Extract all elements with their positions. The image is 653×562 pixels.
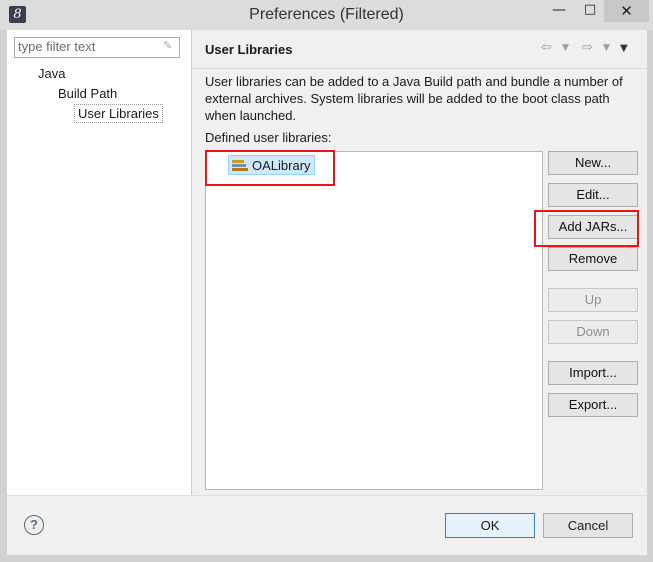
- dialog-button-bar: ? OK Cancel: [7, 495, 647, 556]
- close-button[interactable]: ✕: [604, 0, 649, 22]
- forward-dropdown-icon[interactable]: ▼: [603, 43, 610, 53]
- filter-field[interactable]: ✎: [14, 37, 180, 58]
- minimize-button[interactable]: —: [545, 2, 573, 24]
- title-bar[interactable]: 8 Preferences (Filtered) — □ ✕: [0, 0, 653, 30]
- page-title: User Libraries: [205, 42, 293, 57]
- back-arrow-icon[interactable]: ⇦: [541, 40, 552, 55]
- cancel-button[interactable]: Cancel: [543, 513, 633, 538]
- preference-tree-panel: ✎ Java Build Path User Libraries: [7, 30, 192, 495]
- highlight-box-library: [205, 150, 335, 186]
- header-divider: [192, 68, 647, 69]
- remove-button[interactable]: Remove: [548, 247, 638, 271]
- ok-button[interactable]: OK: [445, 513, 535, 538]
- edit-button[interactable]: Edit...: [548, 183, 638, 207]
- dialog-client-area: ✎ Java Build Path User Libraries User Li…: [7, 30, 647, 555]
- forward-arrow-icon[interactable]: ⇨: [582, 40, 593, 55]
- new-button[interactable]: New...: [548, 151, 638, 175]
- import-button[interactable]: Import...: [548, 361, 638, 385]
- filter-input[interactable]: [15, 38, 158, 55]
- export-button[interactable]: Export...: [548, 393, 638, 417]
- clear-filter-icon[interactable]: ✎: [163, 40, 176, 53]
- tree-item-user-libraries[interactable]: User Libraries: [74, 104, 163, 123]
- maximize-button[interactable]: □: [576, 2, 604, 24]
- page-description: User libraries can be added to a Java Bu…: [205, 74, 623, 123]
- help-icon[interactable]: ?: [24, 515, 44, 535]
- preference-page: User Libraries ⇦ ▼ ⇨ ▼ ▼ User libraries …: [192, 30, 647, 495]
- preferences-window: 8 Preferences (Filtered) — □ ✕ ✎ Java Bu…: [0, 0, 653, 562]
- highlight-box-add-jars: [534, 210, 639, 247]
- view-menu-icon[interactable]: ▼: [620, 43, 628, 54]
- down-button[interactable]: Down: [548, 320, 638, 344]
- up-button[interactable]: Up: [548, 288, 638, 312]
- defined-libraries-label: Defined user libraries:: [205, 130, 332, 145]
- tree-item-java[interactable]: Java: [38, 66, 65, 81]
- user-libraries-list[interactable]: OALibrary: [205, 151, 543, 490]
- tree-item-build-path[interactable]: Build Path: [58, 86, 117, 101]
- back-dropdown-icon[interactable]: ▼: [562, 43, 569, 53]
